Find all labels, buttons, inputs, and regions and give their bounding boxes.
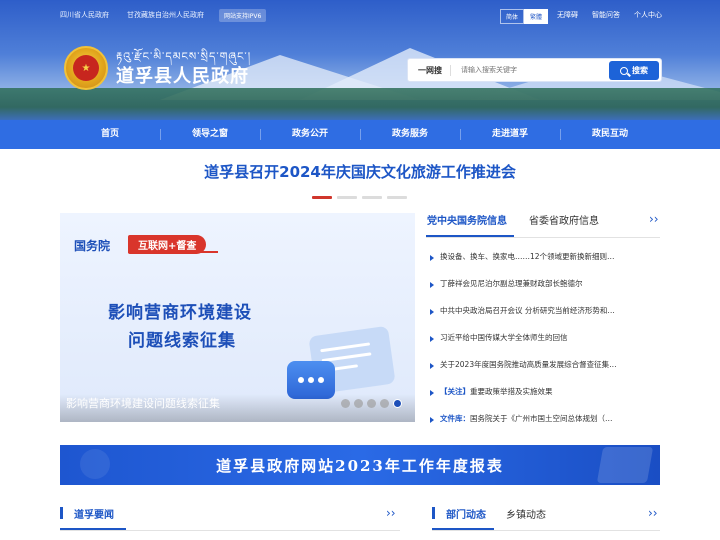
daofu-news-section-header: 道孚要闻 ››: [60, 503, 400, 531]
site-title[interactable]: 道孚县人民政府: [116, 62, 249, 88]
list-item[interactable]: 习近平给中国传媒大学全体师生的回信: [426, 331, 660, 358]
chevron-right-icon[interactable]: ››: [649, 212, 659, 226]
headline-dot[interactable]: [337, 196, 357, 199]
carousel-pager: [341, 399, 402, 408]
annual-report-title: 道孚县政府网站2023年工作年度报表: [216, 457, 504, 475]
headline-link[interactable]: 道孚县召开2024年庆国庆文化旅游工作推进会: [0, 161, 720, 182]
carousel-org: 国务院: [74, 239, 111, 253]
search-label: 一网搜: [408, 64, 451, 76]
list-item[interactable]: 丁薛祥会见尼泊尔副总理兼财政部长鲍德尔: [426, 277, 660, 304]
topbar-links: 四川省人民政府 甘孜藏族自治州人民政府: [60, 10, 204, 20]
list-item[interactable]: 文件库：国务院关于《广州市国土空间总体规划（…: [426, 412, 660, 439]
section-active-indicator: [60, 528, 126, 530]
nav-home[interactable]: 首页: [60, 120, 160, 149]
nav-interaction[interactable]: 政民互动: [560, 120, 660, 149]
link-accessibility[interactable]: 无障碍: [557, 10, 578, 20]
nav-leaders[interactable]: 领导之窗: [160, 120, 260, 149]
search-input[interactable]: [451, 66, 591, 74]
tab-department-news[interactable]: 部门动态: [432, 506, 486, 521]
main-nav: 首页 领导之窗 政务公开 政务服务 走进道孚 政民互动: [0, 120, 720, 149]
news-list: 换设备、换车、换家电……12个领域更新换新细则… 丁薛祥会见尼泊尔副总理兼财政部…: [426, 250, 660, 439]
section-title-daofu-news[interactable]: 道孚要闻: [60, 506, 114, 521]
tab-township-news[interactable]: 乡镇动态: [506, 506, 546, 521]
nav-about-daofu[interactable]: 走进道孚: [460, 120, 560, 149]
search-button-label: 搜索: [632, 66, 648, 75]
headline-dot[interactable]: [312, 196, 332, 199]
ipv6-badge: 网站支持IPV6: [219, 9, 267, 22]
lang-simplified[interactable]: 简体: [500, 9, 525, 24]
language-switch: 简体 繁體: [500, 9, 549, 24]
section-active-indicator: [432, 528, 494, 530]
link-personal-center[interactable]: 个人中心: [634, 10, 662, 20]
list-item[interactable]: 中共中央政治局召开会议 分析研究当前经济形势和…: [426, 304, 660, 331]
carousel-dot[interactable]: [367, 399, 376, 408]
carousel-headline-2: 问题线索征集: [128, 331, 236, 351]
lang-traditional[interactable]: 繁體: [524, 9, 549, 24]
annual-report-banner[interactable]: 道孚县政府网站2023年工作年度报表: [60, 445, 660, 485]
dynamics-section-header: 部门动态 乡镇动态 ››: [432, 503, 660, 531]
carousel-dot[interactable]: [380, 399, 389, 408]
headline-dot[interactable]: [387, 196, 407, 199]
news-tabs: 党中央国务院信息 省委省政府信息: [426, 210, 660, 238]
search-button[interactable]: 搜索: [609, 61, 659, 80]
link-ganzi-gov[interactable]: 甘孜藏族自治州人民政府: [127, 10, 204, 20]
headline-pager: [312, 196, 407, 199]
carousel-caption[interactable]: 影响营商环境建设问题线索征集: [66, 395, 220, 411]
carousel-dot[interactable]: [354, 399, 363, 408]
nav-gov-services[interactable]: 政务服务: [360, 120, 460, 149]
list-item[interactable]: 换设备、换车、换家电……12个领域更新换新细则…: [426, 250, 660, 277]
headline-dot[interactable]: [362, 196, 382, 199]
carousel-dot-active[interactable]: [393, 399, 402, 408]
tab-provincial-gov[interactable]: 省委省政府信息: [529, 212, 599, 227]
nav-gov-affairs-open[interactable]: 政务公开: [260, 120, 360, 149]
list-item[interactable]: 关于2023年度国务院推动高质量发展综合督查征集…: [426, 358, 660, 385]
carousel-tag-line: [128, 251, 218, 253]
search-icon: [620, 66, 628, 75]
tab-central-gov[interactable]: 党中央国务院信息: [427, 212, 507, 227]
link-sichuan-gov[interactable]: 四川省人民政府: [60, 10, 109, 20]
link-smart-qa[interactable]: 智能问答: [592, 10, 620, 20]
national-emblem-icon: ★: [64, 46, 108, 90]
tab-active-indicator: [426, 235, 514, 237]
image-carousel[interactable]: 国务院 互联网+督查 影响营商环境建设 问题线索征集 影响营商环境建设问题线索征…: [60, 213, 415, 422]
site-header: 四川省人民政府 甘孜藏族自治州人民政府 网站支持IPV6 简体 繁體 无障碍 智…: [0, 0, 720, 120]
chevron-right-icon[interactable]: ››: [648, 506, 658, 520]
carousel-dot[interactable]: [341, 399, 350, 408]
topbar-right-links: 无障碍 智能问答 个人中心: [557, 10, 662, 20]
list-item[interactable]: 【关注】重要政策举措及实施效果: [426, 385, 660, 412]
emblem-star-icon: ★: [73, 55, 99, 81]
search-box: 一网搜 搜索: [407, 58, 662, 82]
chevron-right-icon[interactable]: ››: [386, 506, 396, 520]
carousel-headline-1: 影响营商环境建设: [108, 303, 252, 323]
forest-decoration: [0, 88, 720, 120]
